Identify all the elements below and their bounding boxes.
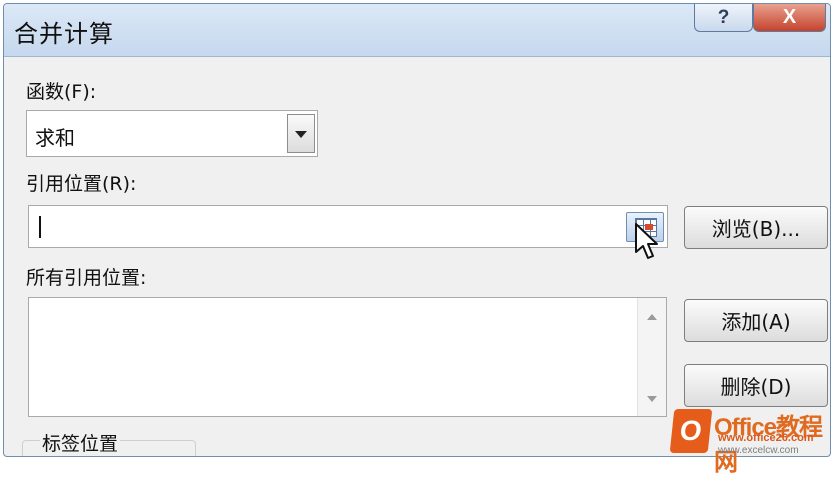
function-value: 求和 [35,126,75,150]
consolidate-dialog: 合并计算 ? X 函数(F): 求和 引用位置(R): 浏览(B)... 所有引… [3,3,831,457]
title-bar: 合并计算 ? X [4,4,830,57]
dialog-title: 合并计算 [14,20,114,48]
all-references-list[interactable] [28,297,667,417]
watermark-url-secondary: www.excelcw.com [718,445,799,456]
reference-input[interactable] [28,205,668,248]
scroll-up-icon[interactable] [647,314,657,320]
browse-button[interactable]: 浏览(B)... [684,206,828,249]
delete-button[interactable]: 删除(D) [684,364,828,407]
office-logo-icon: O [669,409,713,453]
help-button[interactable]: ? [694,4,753,32]
close-icon: X [782,6,797,28]
dropdown-arrow-icon[interactable] [287,114,315,153]
function-dropdown[interactable]: 求和 [26,110,318,157]
list-scrollbar[interactable] [637,298,666,416]
function-label: 函数(F): [26,81,97,103]
all-references-label: 所有引用位置: [26,267,147,289]
help-icon: ? [717,6,730,28]
mouse-cursor-icon [635,223,658,259]
text-caret [39,216,41,238]
add-button[interactable]: 添加(A) [684,299,828,342]
close-button[interactable]: X [753,4,826,32]
scroll-down-icon[interactable] [647,396,657,402]
label-position-title: 标签位置 [40,429,121,456]
watermark-url-primary: www.office26.com [718,432,814,444]
watermark: O Office教程网 www.office26.com www.excelcw… [668,405,834,476]
reference-label: 引用位置(R): [26,173,137,195]
